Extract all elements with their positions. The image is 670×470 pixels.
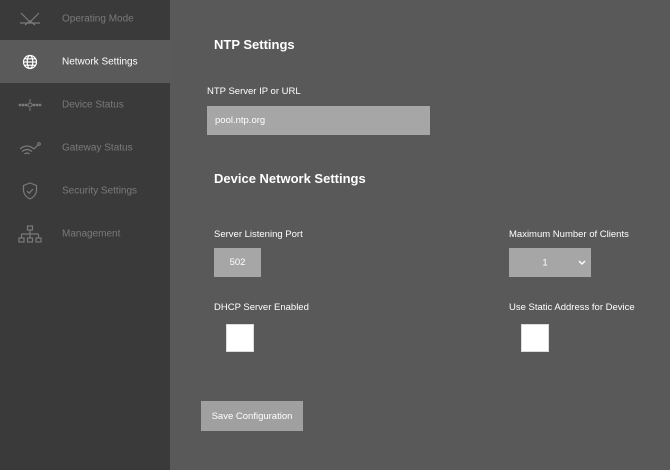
sidebar-item-label: Security Settings [62,185,138,196]
sidebar-item-label: Management [62,228,121,239]
max-clients-label: Maximum Number of Clients [509,229,629,240]
sidebar: Operating Mode Network Settings Device S… [0,0,170,470]
save-configuration-button[interactable]: Save Configuration [201,401,303,431]
dhcp-checkbox[interactable] [226,324,254,352]
ntp-server-input[interactable] [207,106,430,135]
sidebar-item-label: Gateway Status [62,142,133,153]
static-address-label: Use Static Address for Device [509,302,635,313]
max-clients-value: 1 [542,257,548,268]
dhcp-label: DHCP Server Enabled [214,302,309,313]
ntp-settings-title: NTP Settings [214,37,295,52]
ntp-server-label: NTP Server IP or URL [207,86,301,97]
shield-icon [17,180,43,202]
sidebar-item-label: Operating Mode [62,13,134,24]
sidebar-item-operating-mode[interactable]: Operating Mode [0,0,170,40]
server-port-label: Server Listening Port [214,229,303,240]
sidebar-item-network-settings[interactable]: Network Settings [0,40,170,83]
server-port-input[interactable] [214,248,261,277]
device-network-settings-title: Device Network Settings [214,171,366,186]
gateway-icon [17,137,43,159]
sidebar-item-security-settings[interactable]: Security Settings [0,169,170,212]
operating-mode-icon [17,8,43,30]
device-status-icon [17,94,43,116]
management-icon [17,223,43,245]
sidebar-item-gateway-status[interactable]: Gateway Status [0,126,170,169]
globe-icon [17,51,43,73]
sidebar-item-label: Device Status [62,99,124,110]
sidebar-item-device-status[interactable]: Device Status [0,83,170,126]
static-address-checkbox[interactable] [521,324,549,352]
sidebar-item-label: Network Settings [62,56,138,67]
sidebar-item-management[interactable]: Management [0,212,170,255]
max-clients-select[interactable]: 1 [509,248,591,277]
chevron-down-icon [578,257,586,268]
